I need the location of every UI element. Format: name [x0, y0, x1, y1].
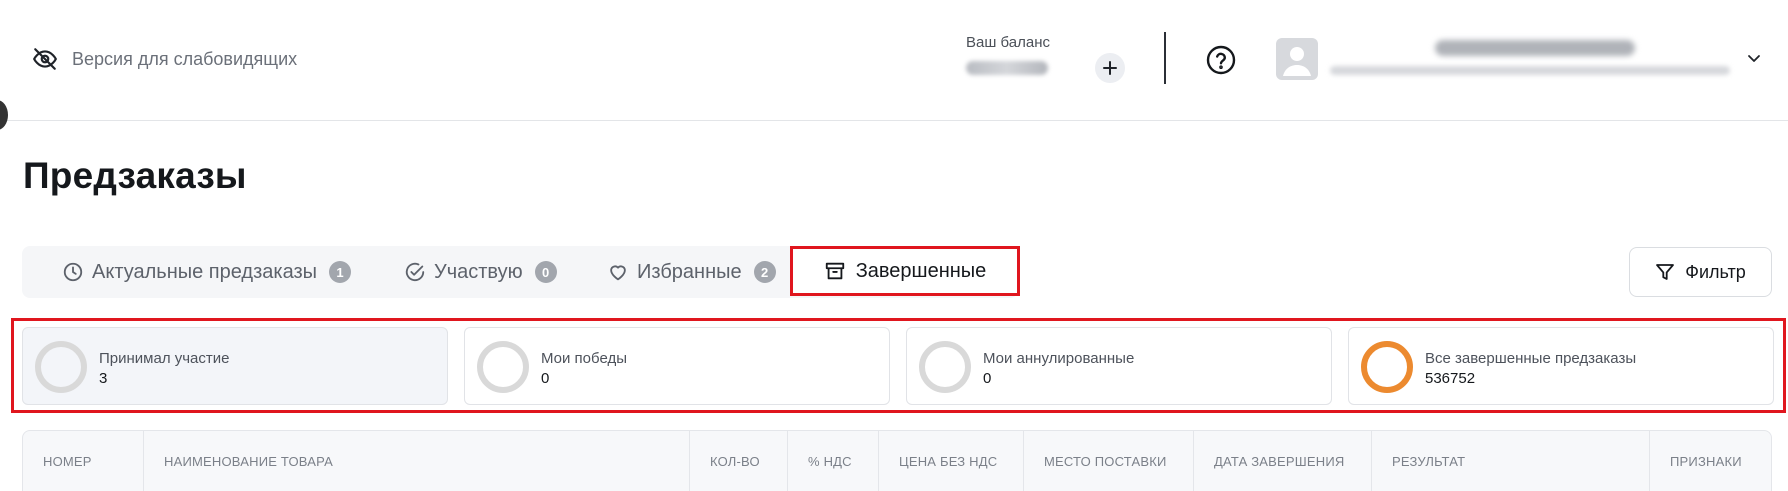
user-name-blurred[interactable]	[1435, 40, 1635, 56]
tab-favorites[interactable]: Избранные 2	[607, 246, 776, 298]
stat-card-participated[interactable]: Принимал участие 3	[22, 327, 448, 405]
tab-count-badge: 2	[753, 261, 776, 283]
stat-card-annulled[interactable]: Мои аннулированные 0	[906, 327, 1332, 405]
tab-completed[interactable]: Завершенные	[790, 246, 1020, 296]
top-up-balance-button[interactable]	[1095, 53, 1125, 83]
chevron-down-icon	[1748, 55, 1760, 62]
tab-label: Участвую	[434, 260, 523, 283]
stat-label: Мои аннулированные	[983, 350, 1135, 367]
column-header-price-without-vat[interactable]: ЦЕНА БЕЗ НДС	[879, 431, 1024, 491]
user-organization-blurred	[1330, 66, 1730, 75]
header-divider	[1164, 32, 1166, 84]
stat-label: Принимал участие	[99, 350, 230, 367]
accessibility-label: Версия для слабовидящих	[72, 48, 298, 69]
column-header-attributes[interactable]: ПРИЗНАКИ	[1650, 431, 1773, 491]
tab-participating[interactable]: Участвую 0	[404, 246, 557, 298]
tab-label: Актуальные предзаказы	[92, 260, 318, 283]
stat-label: Мои победы	[541, 350, 627, 367]
table-header: НОМЕР НАИМЕНОВАНИЕ ТОВАРА КОЛ-ВО % НДС Ц…	[22, 430, 1772, 491]
tab-label: Завершенные	[855, 259, 987, 282]
eye-off-icon	[33, 48, 57, 70]
plus-icon	[1103, 61, 1117, 75]
stat-ring	[477, 341, 529, 393]
column-header-delivery-place[interactable]: МЕСТО ПОСТАВКИ	[1024, 431, 1194, 491]
tab-count-badge: 0	[534, 261, 557, 283]
stat-value: 3	[99, 370, 108, 387]
column-header-completion-date[interactable]: ДАТА ЗАВЕРШЕНИЯ	[1194, 431, 1372, 491]
page-title: Предзаказы	[23, 155, 247, 196]
balance-value-blurred	[966, 61, 1048, 75]
top-header: Версия для слабовидящих Ваш баланс	[0, 0, 1788, 130]
column-header-number[interactable]: НОМЕР	[23, 431, 144, 491]
user-menu-toggle[interactable]	[1744, 48, 1764, 68]
stat-value: 0	[983, 370, 992, 387]
stat-label: Все завершенные предзаказы	[1425, 350, 1637, 367]
filter-icon	[1656, 264, 1675, 280]
side-panel-handle[interactable]	[0, 100, 8, 130]
column-header-result[interactable]: РЕЗУЛЬТАТ	[1372, 431, 1650, 491]
stat-card-all-completed[interactable]: Все завершенные предзаказы 536752	[1348, 327, 1774, 405]
archive-icon	[825, 262, 844, 280]
stat-ring	[1361, 341, 1413, 393]
stat-ring	[35, 341, 87, 393]
balance-block: Ваш баланс	[966, 34, 1050, 75]
stat-card-wins[interactable]: Мои победы 0	[464, 327, 890, 405]
filter-label: Фильтр	[1685, 261, 1746, 282]
check-circle-icon	[405, 262, 425, 282]
tab-label: Избранные	[637, 260, 742, 283]
heart-icon	[610, 265, 626, 281]
tab-count-badge: 1	[329, 261, 352, 283]
column-header-vat[interactable]: % НДС	[788, 431, 879, 491]
column-header-product-name[interactable]: НАИМЕНОВАНИЕ ТОВАРА	[144, 431, 690, 491]
filter-button[interactable]: Фильтр	[1629, 247, 1772, 297]
stat-value: 0	[541, 370, 550, 387]
stat-ring	[919, 341, 971, 393]
help-button[interactable]	[1205, 44, 1237, 76]
avatar[interactable]	[1276, 38, 1318, 80]
user-icon	[1283, 47, 1311, 76]
column-header-quantity[interactable]: КОЛ-ВО	[690, 431, 788, 491]
stat-value: 536752	[1425, 370, 1476, 387]
tab-current-preorders[interactable]: Актуальные предзаказы 1	[62, 246, 352, 298]
question-circle-icon	[1206, 45, 1236, 75]
balance-label: Ваш баланс	[966, 34, 1051, 51]
accessibility-toggle[interactable]: Версия для слабовидящих	[32, 46, 297, 72]
clock-icon	[63, 262, 83, 282]
